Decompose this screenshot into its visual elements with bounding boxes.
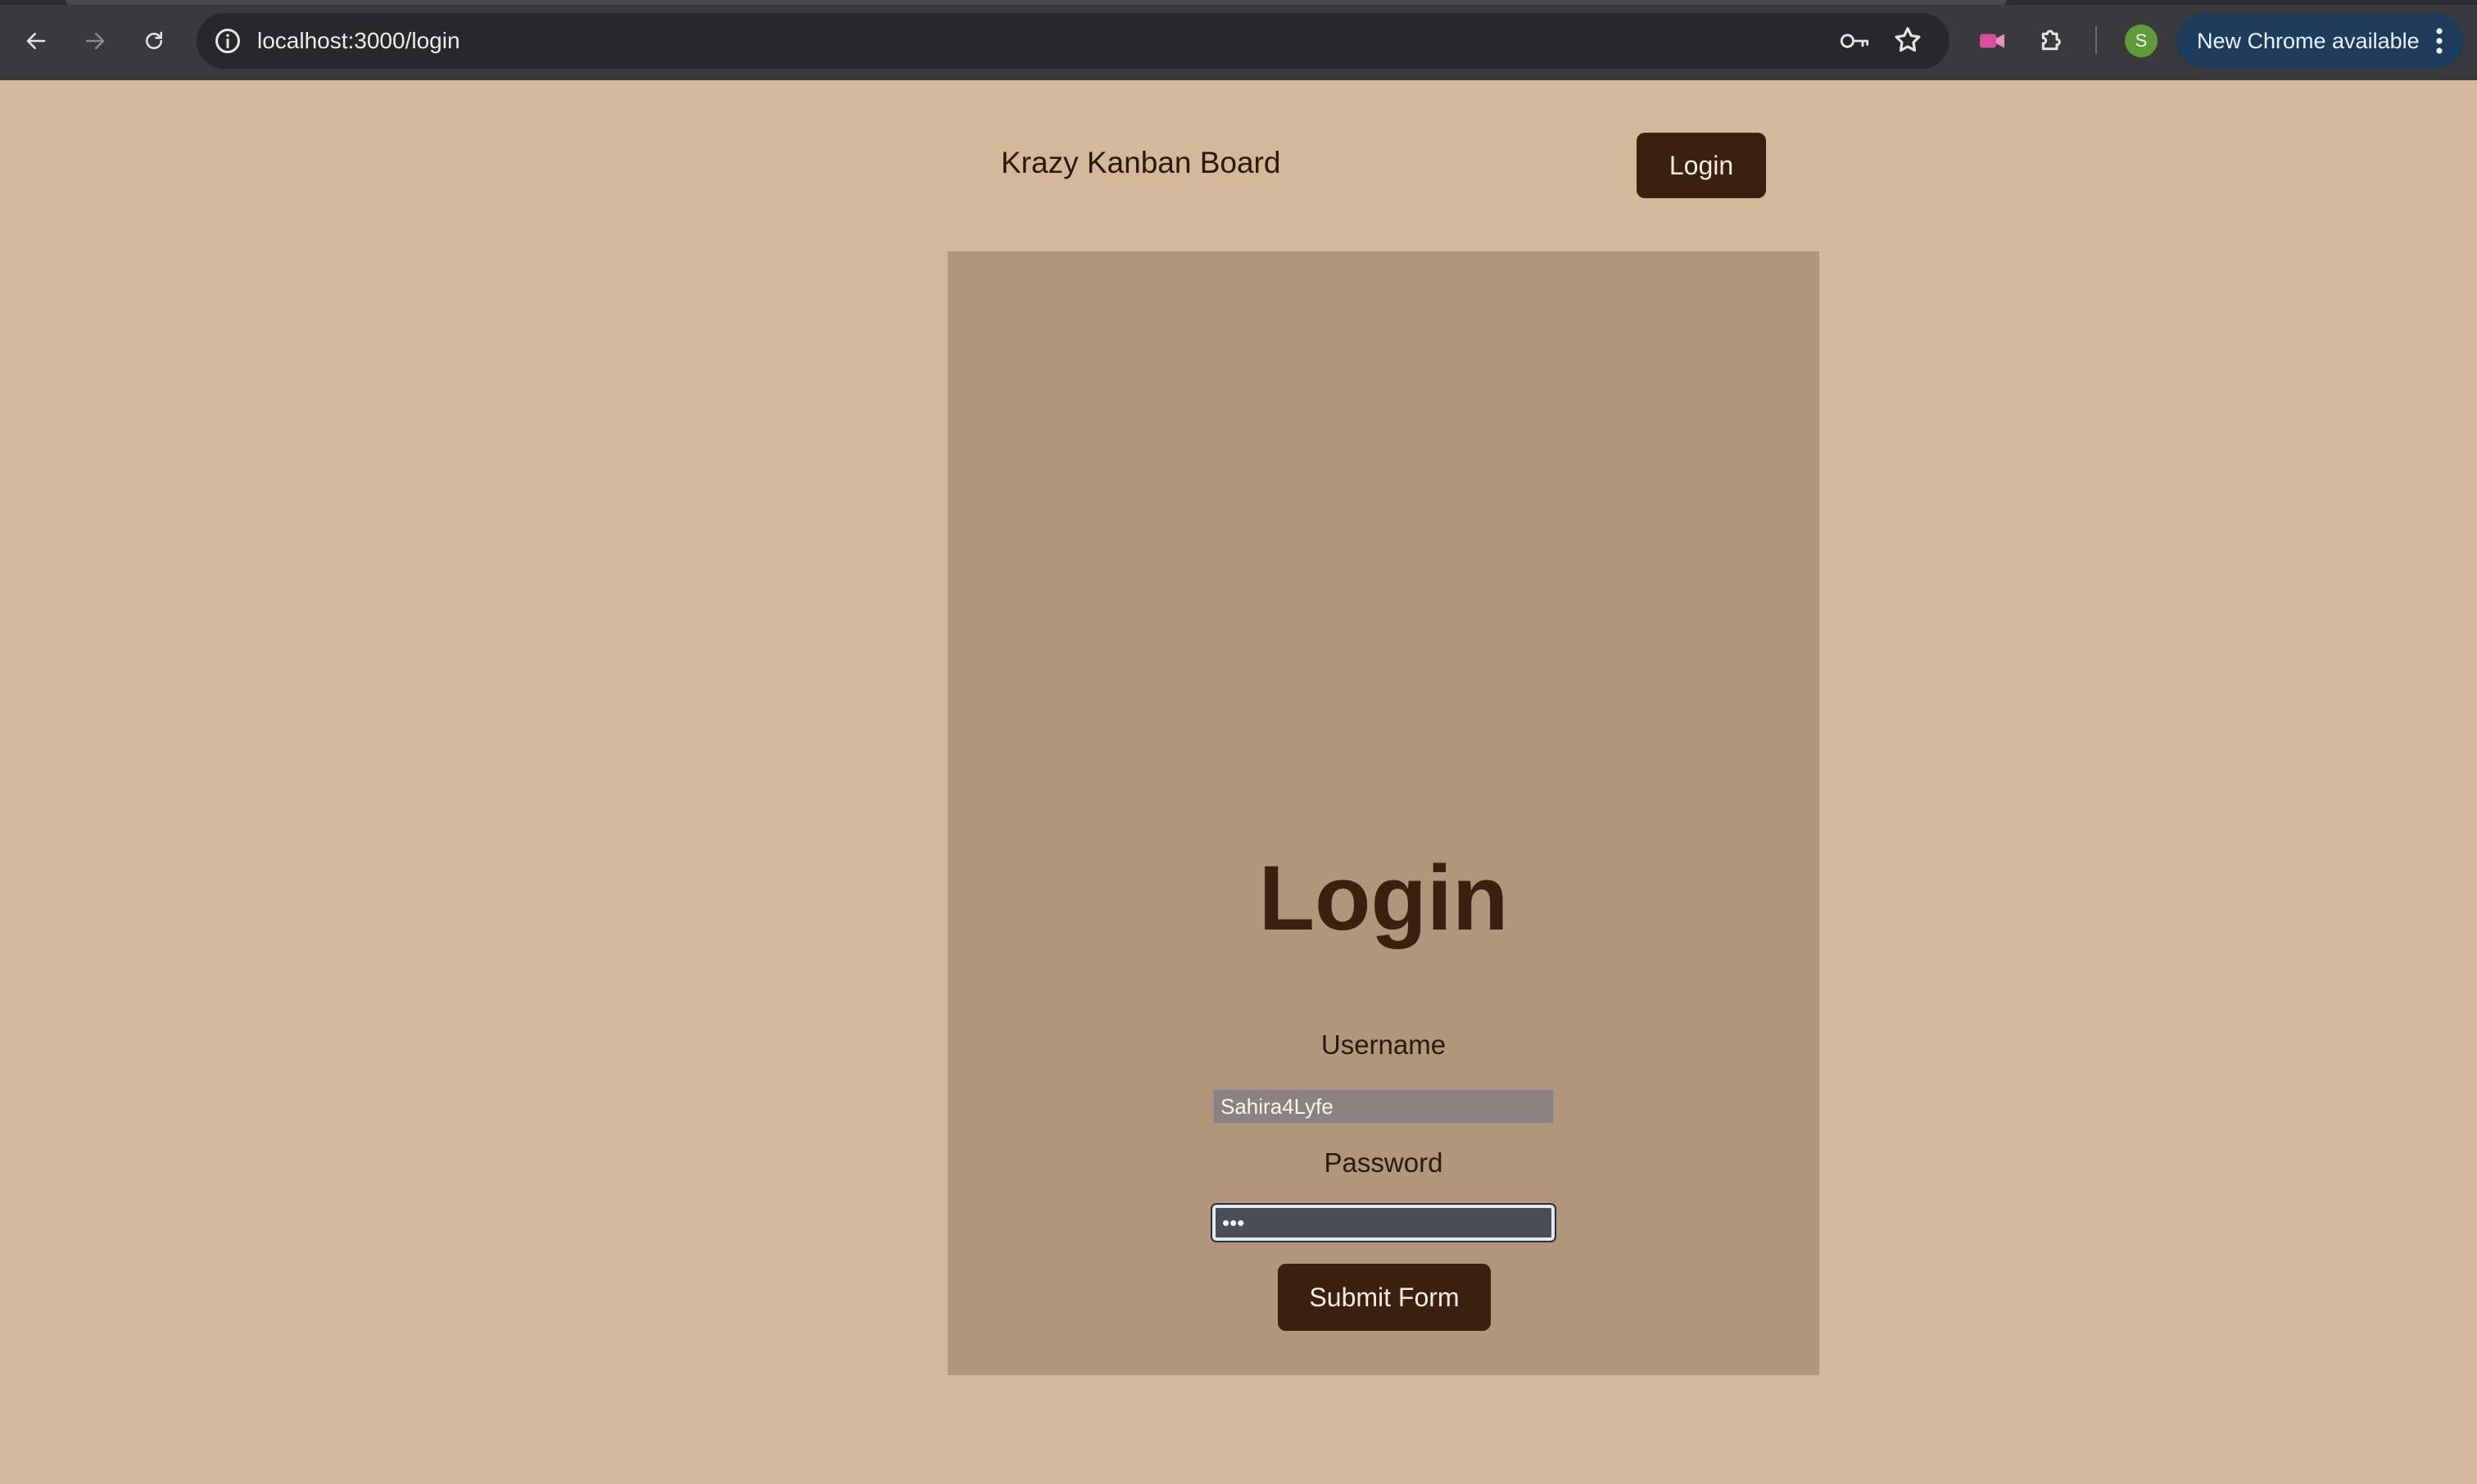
browser-toolbar: localhost:3000/login S New Chrome availa… xyxy=(0,0,2477,80)
header-login-button[interactable]: Login xyxy=(1637,133,1766,198)
password-field[interactable] xyxy=(1211,1203,1556,1242)
address-bar[interactable]: localhost:3000/login xyxy=(197,13,1949,69)
password-label: Password xyxy=(1324,1147,1443,1178)
url-text[interactable]: localhost:3000/login xyxy=(257,13,460,69)
submit-form-button[interactable]: Submit Form xyxy=(1278,1264,1491,1331)
update-chrome-label: New Chrome available xyxy=(2197,29,2420,53)
page-title: Login xyxy=(1258,847,1509,949)
login-card: Login Username Password Submit Form xyxy=(948,251,1819,1375)
forward-button[interactable] xyxy=(75,21,115,61)
info-icon[interactable] xyxy=(213,26,242,56)
reload-icon xyxy=(146,31,162,49)
username-field[interactable] xyxy=(1212,1088,1555,1124)
key-icon[interactable] xyxy=(1838,26,1871,56)
back-button[interactable] xyxy=(16,21,56,61)
reload-button[interactable] xyxy=(134,21,174,61)
arrow-right-icon xyxy=(85,33,105,49)
tab-strip xyxy=(0,0,2477,5)
arrow-left-icon xyxy=(26,33,46,49)
star-icon[interactable] xyxy=(1892,25,1923,56)
username-label: Username xyxy=(1320,1029,1447,1060)
site-brand: Krazy Kanban Board xyxy=(1001,146,1281,179)
update-chrome-button[interactable]: New Chrome available xyxy=(2176,13,2464,69)
media-icon[interactable] xyxy=(1976,25,2008,57)
more-vert-icon[interactable] xyxy=(2433,26,2446,56)
active-tab-edge xyxy=(66,0,2007,5)
toolbar-divider xyxy=(2095,26,2097,54)
profile-avatar[interactable]: S xyxy=(2125,25,2158,57)
puzzle-icon[interactable] xyxy=(2036,23,2069,56)
